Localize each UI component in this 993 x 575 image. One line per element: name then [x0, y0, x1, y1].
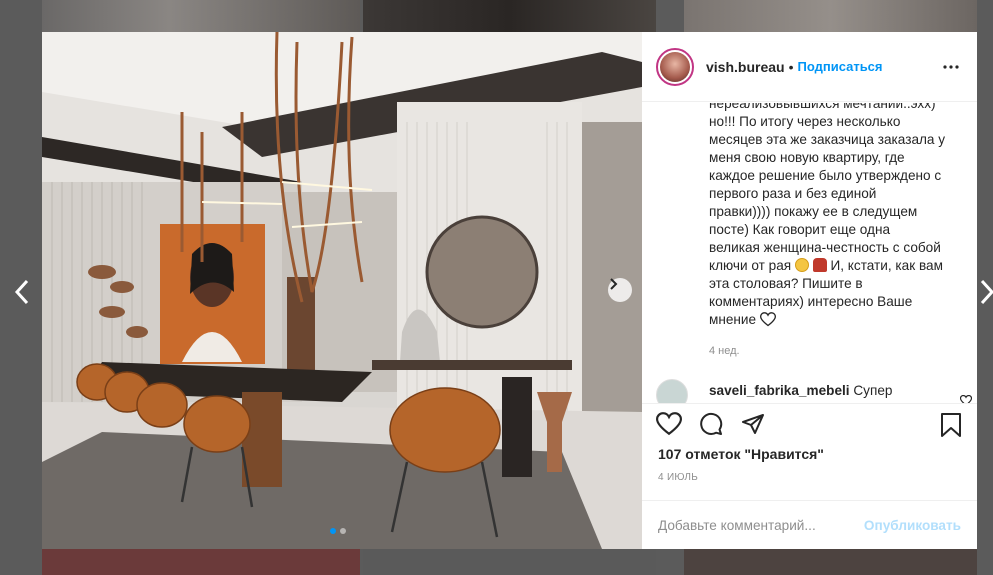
comments-list[interactable]: нереализовывшихся мечтаний..эхх) но!!! П… [642, 103, 977, 403]
background-feed-tile [42, 549, 360, 575]
caption-line: месяцев эта же заказчица заказала у [709, 132, 946, 147]
separator: • [788, 58, 794, 75]
caption-line: комментариях) интересно Ваше [709, 294, 913, 309]
action-bar: 107 отметок "Нравится" 4 ИЮЛЬ Опубликова… [642, 403, 977, 549]
next-photo-button[interactable] [608, 278, 632, 302]
bookmark-icon[interactable] [939, 412, 963, 438]
dining-room-image [42, 32, 642, 549]
heart-outline-icon[interactable] [960, 395, 972, 403]
caption-text: ключи от рая [709, 258, 792, 273]
background-feed-tile [363, 0, 656, 32]
caption-line: посте) Как говорит еще одна [709, 222, 891, 237]
action-icons [656, 412, 766, 436]
carousel-dots [330, 528, 346, 534]
chevron-right-icon[interactable] [980, 278, 993, 306]
caption-line: но!!! По итогу через несколько [709, 114, 901, 129]
comment-item: saveli_fabrika_mebeli Супер [656, 379, 892, 403]
heart-icon[interactable] [656, 412, 682, 436]
background-feed-tile [684, 549, 977, 575]
background-feed-tile [363, 549, 656, 575]
caption-text: И, кстати, как вам [830, 258, 943, 273]
post-caption: нереализовывшихся мечтаний..эхх) но!!! П… [709, 103, 964, 329]
caption-line: нереализовывшихся мечтаний..эхх) [709, 103, 936, 111]
publish-button[interactable]: Опубликовать [864, 518, 961, 533]
post-date: 4 ИЮЛЬ [658, 472, 699, 483]
chevron-left-icon[interactable] [12, 278, 32, 306]
comment-input[interactable] [658, 518, 864, 533]
add-comment-bar: Опубликовать [642, 500, 977, 550]
carousel-dot [330, 528, 336, 534]
avatar[interactable] [656, 379, 688, 403]
likes-count[interactable]: 107 отметок "Нравится" [658, 446, 824, 462]
paper-plane-icon[interactable] [740, 412, 766, 436]
caption-line: каждое решение было утверждено с [709, 168, 942, 183]
background-feed-tile [684, 0, 977, 32]
post-details-panel: vish.bureau • Подписаться нереализовывши… [642, 32, 977, 549]
comment-username[interactable]: saveli_fabrika_mebeli [709, 383, 850, 398]
caption-line: великая женщина-честность с собой [709, 240, 941, 255]
post-header: vish.bureau • Подписаться [642, 32, 977, 102]
avatar[interactable] [656, 47, 694, 86]
comment-text: saveli_fabrika_mebeli Супер [709, 383, 892, 398]
smile-emoji-icon [794, 258, 809, 272]
caption-text: мнение [709, 312, 757, 327]
caption-timestamp: 4 нед. [709, 345, 740, 357]
more-options-icon[interactable] [943, 59, 959, 75]
woman-emoji-icon [812, 258, 827, 272]
comment-body: Супер [853, 383, 893, 398]
caption-line: ключи от рая И, кстати, как вам [709, 257, 964, 275]
caption-line: мнение [709, 311, 964, 329]
follow-button[interactable]: Подписаться [798, 59, 883, 74]
username-link[interactable]: vish.bureau [706, 59, 785, 75]
caption-line: первого раза и без единой [709, 186, 877, 201]
comment-bubble-icon[interactable] [698, 412, 724, 436]
carousel-dot [340, 528, 346, 534]
post-photo [42, 32, 642, 549]
caption-line: меня свою новую квартиру, где [709, 150, 905, 165]
caption-line: правки)))) покажу ее в следущем [709, 204, 918, 219]
chevron-right-icon [610, 278, 618, 290]
heart-outline-icon [759, 312, 776, 327]
background-feed-tile [42, 0, 360, 32]
post-modal: vish.bureau • Подписаться нереализовывши… [42, 32, 977, 549]
caption-line: эта столовая? Пишите в [709, 276, 863, 291]
